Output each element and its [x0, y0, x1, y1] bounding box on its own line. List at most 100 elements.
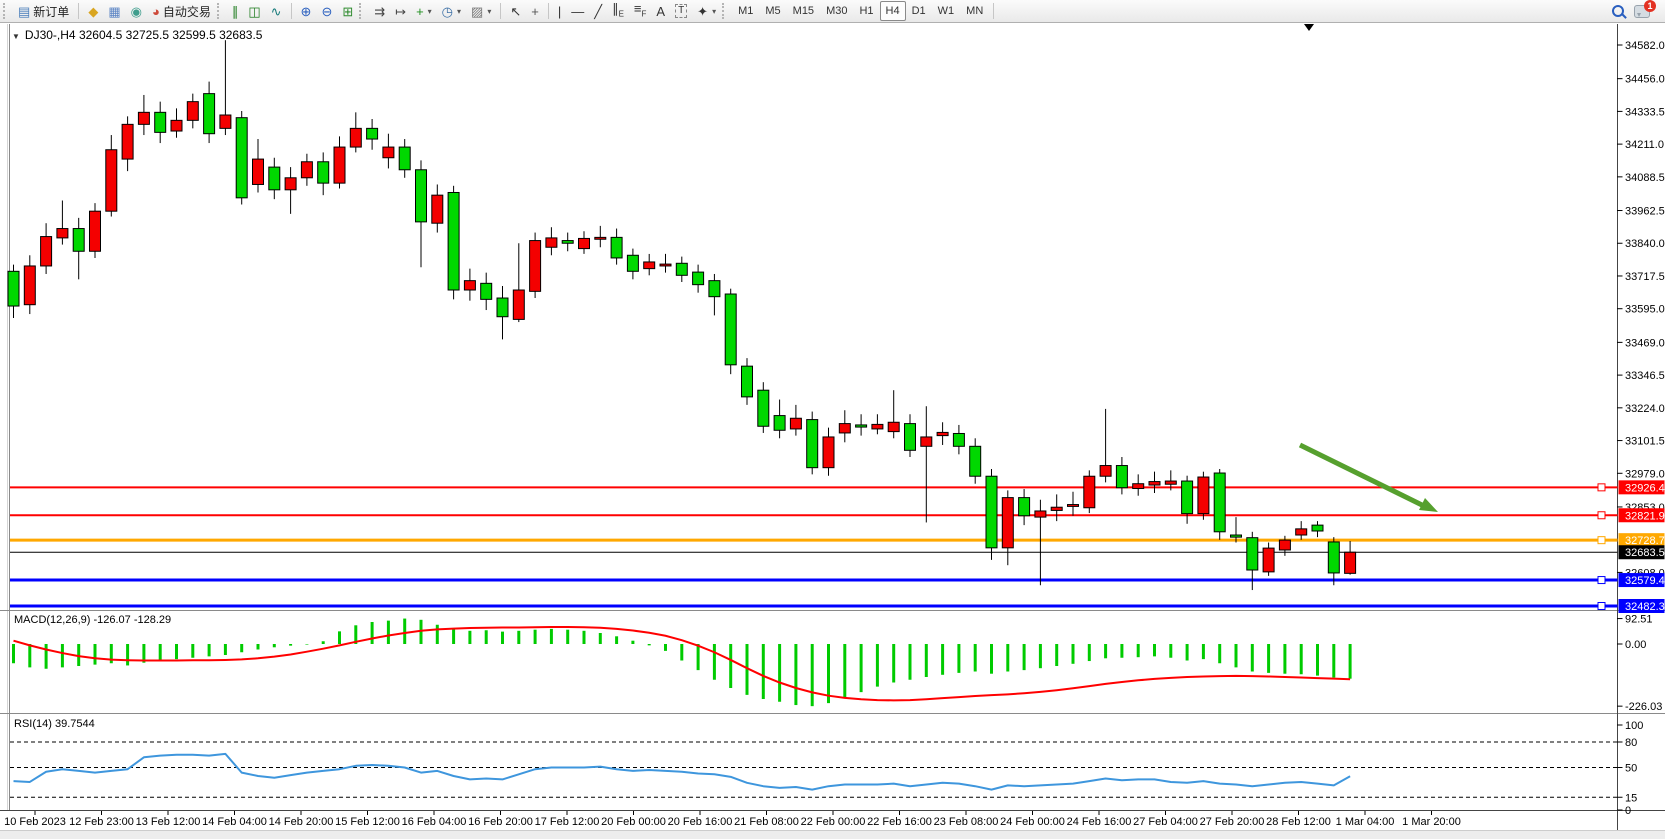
candle-body [1328, 542, 1339, 573]
candle-body [1345, 552, 1356, 573]
candle-body [1035, 511, 1046, 517]
trend-arrow-head[interactable] [1419, 498, 1438, 512]
price-tick-label: 33224.0 [1625, 403, 1665, 415]
price-tick-label: 34582.0 [1625, 40, 1665, 52]
price-tick-label: 33962.5 [1625, 206, 1665, 218]
time-axis-label: 17 Feb 12:00 [535, 816, 600, 828]
time-axis-label: 24 Feb 16:00 [1067, 816, 1132, 828]
candle-body [709, 281, 720, 297]
candle-body [823, 437, 834, 468]
price-tick-label: 33840.0 [1625, 238, 1665, 250]
time-axis-label: 12 Feb 23:00 [69, 816, 134, 828]
candle-body [448, 192, 459, 290]
candle-body [399, 147, 410, 170]
candle-body [1116, 466, 1127, 488]
candle-body [530, 241, 541, 292]
price-line-handle[interactable] [1598, 484, 1605, 491]
price-line-handle[interactable] [1598, 512, 1605, 519]
candle-body [41, 237, 52, 266]
candle-body [562, 241, 573, 244]
candle-body [839, 424, 850, 433]
rsi-axis-label: 100 [1625, 720, 1643, 732]
time-axis-label: 14 Feb 04:00 [202, 816, 267, 828]
candle-body [579, 238, 590, 248]
price-line-handle[interactable] [1598, 602, 1605, 609]
candle-body [758, 390, 769, 426]
one-click-trading-toggle[interactable]: ▼ [12, 32, 20, 41]
candle-body [24, 266, 35, 305]
candle-body [660, 264, 671, 266]
time-axis-label: 1 Mar 20:00 [1402, 816, 1461, 828]
candle-body [627, 255, 638, 271]
candle-body [171, 120, 182, 131]
candle-body [432, 195, 443, 223]
candle-body [970, 446, 981, 476]
macd-signal-line [14, 627, 1351, 700]
time-axis-label: 20 Feb 00:00 [601, 816, 666, 828]
candle-body [318, 162, 329, 183]
macd-axis-label: 92.51 [1625, 614, 1653, 626]
rsi-axis-label: 50 [1625, 763, 1637, 775]
candle-body [725, 294, 736, 365]
candle-body [464, 281, 475, 290]
candle-body [106, 150, 117, 211]
candle-body [1165, 481, 1176, 484]
candle-body [497, 298, 508, 317]
macd-axis-label: -226.03 [1625, 701, 1662, 713]
chart-canvas[interactable]: 34582.034456.034333.534211.034088.533962… [0, 0, 1665, 839]
time-axis-label: 14 Feb 20:00 [269, 816, 334, 828]
candle-body [693, 272, 704, 285]
candle-body [73, 229, 84, 252]
chart-shift-marker[interactable] [1304, 24, 1314, 31]
rsi-panel-label: RSI(14) 39.7544 [14, 718, 95, 730]
candle-body [1247, 538, 1258, 570]
candle-body [1002, 498, 1013, 548]
price-tick-label: 33346.5 [1625, 370, 1665, 382]
candle-body [220, 115, 231, 128]
candle-body [1312, 525, 1323, 531]
time-axis-label: 27 Feb 20:00 [1200, 816, 1265, 828]
candle-body [383, 147, 394, 158]
candle-body [742, 366, 753, 397]
candle-body [350, 128, 361, 147]
chart-title-text: DJ30-,H4 32604.5 32725.5 32599.5 32683.5 [25, 28, 263, 42]
price-tick-label: 33595.0 [1625, 304, 1665, 316]
candle-body [90, 211, 101, 251]
candle-body [1133, 484, 1144, 489]
time-axis-label: 22 Feb 16:00 [867, 816, 932, 828]
candle-body [774, 416, 785, 431]
candle-body [187, 102, 198, 121]
rsi-axis-label: 15 [1625, 792, 1637, 804]
price-chip-label: 32579.4 [1625, 575, 1665, 587]
price-chip-label: 32926.4 [1625, 482, 1665, 494]
candle-body [676, 263, 687, 275]
candle-body [856, 425, 867, 427]
candle-body [236, 118, 247, 198]
price-tick-label: 34456.0 [1625, 74, 1665, 86]
candle-body [253, 159, 264, 184]
time-axis-label: 15 Feb 12:00 [335, 816, 400, 828]
time-axis-label: 24 Feb 00:00 [1000, 816, 1065, 828]
time-axis-label: 16 Feb 20:00 [468, 816, 533, 828]
rsi-axis-label: 80 [1625, 737, 1637, 749]
price-tick-label: 33717.5 [1625, 271, 1665, 283]
price-chip-label: 32821.9 [1625, 510, 1665, 522]
candle-body [301, 162, 312, 178]
price-line-handle[interactable] [1598, 537, 1605, 544]
candle-body [595, 237, 606, 239]
status-strip [0, 830, 1665, 839]
candle-body [611, 237, 622, 258]
time-axis-label: 10 Feb 2023 [4, 816, 66, 828]
time-axis-label: 13 Feb 12:00 [136, 816, 201, 828]
time-axis-label: 23 Feb 08:00 [934, 816, 999, 828]
time-axis-label: 22 Feb 00:00 [801, 816, 866, 828]
price-line-handle[interactable] [1598, 577, 1605, 584]
candle-body [807, 420, 818, 468]
candle-body [921, 437, 932, 446]
candle-body [888, 422, 899, 431]
candle-body [57, 229, 68, 238]
candle-body [937, 432, 948, 435]
trend-arrow-line[interactable] [1300, 445, 1424, 506]
candle-body [367, 128, 378, 139]
trading-app-window: ▤新订单◆▦◉◕自动交易∥◫∿⊕⊖⊞⇉↦+▾◷▾▨▾↖+|—╱∥E≡FAT✦▾M… [0, 0, 1665, 839]
